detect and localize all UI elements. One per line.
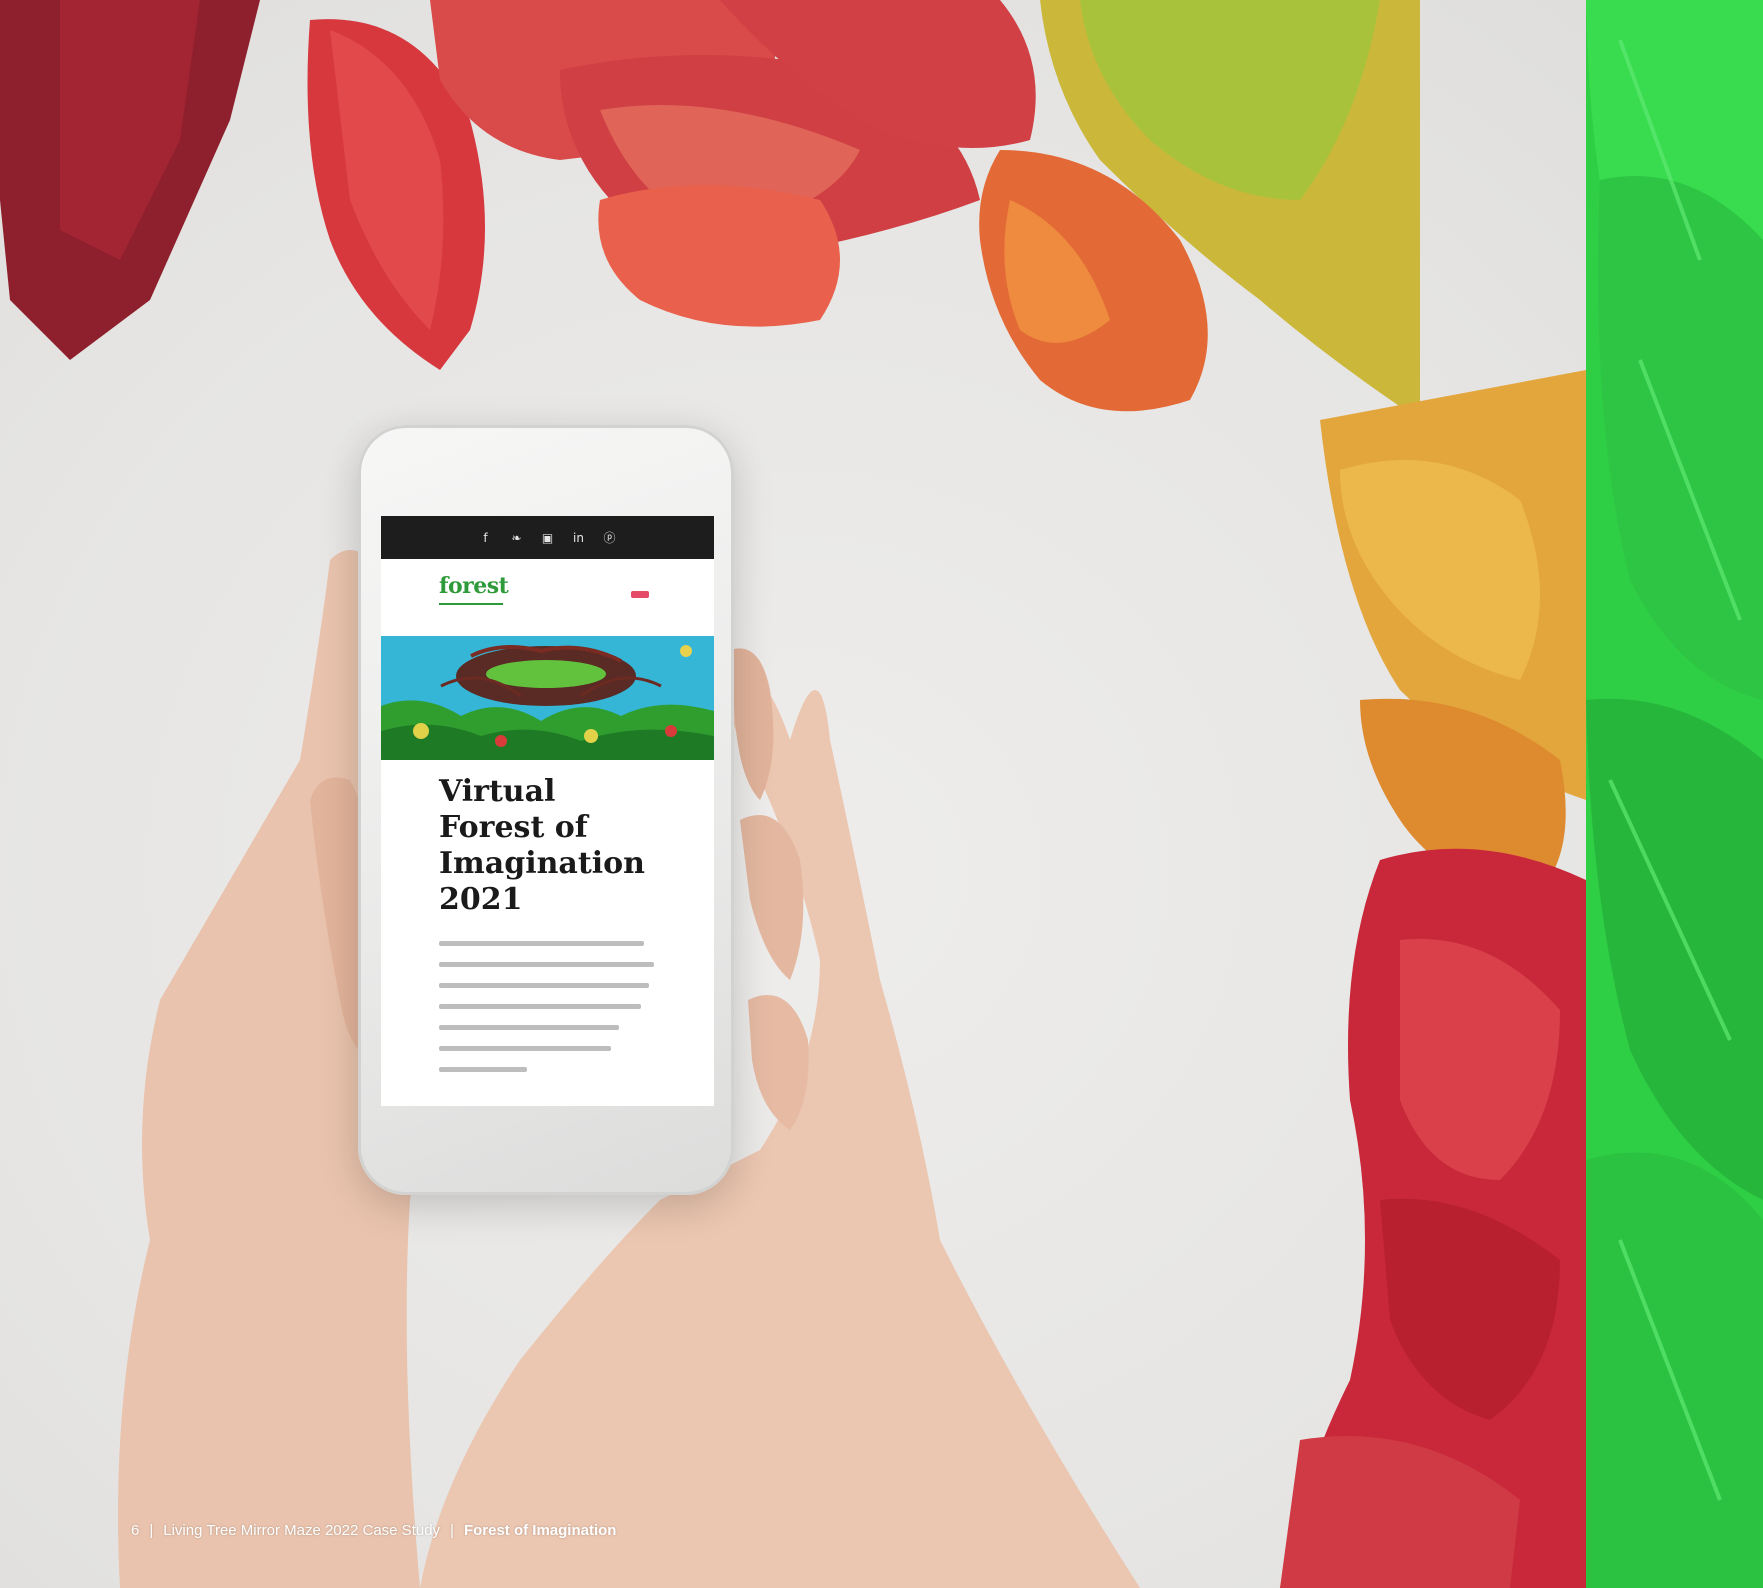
footer-separator: | bbox=[450, 1522, 454, 1539]
hero-illustration bbox=[381, 636, 714, 760]
instagram-icon[interactable]: ▣ bbox=[539, 529, 556, 546]
site-header: forest bbox=[381, 559, 714, 623]
page-footer: 6 | Living Tree Mirror Maze 2022 Case Stud… bbox=[131, 1522, 616, 1539]
article-body-line bbox=[439, 962, 654, 967]
red-leaves-top bbox=[0, 0, 1036, 371]
green-leaves bbox=[1586, 0, 1763, 1588]
section-title: Forest of Imagination bbox=[463, 1522, 617, 1539]
site-logo-underline bbox=[439, 603, 503, 605]
page: f ❧ ▣ in ⓟ forest Virtual Forest of Imag… bbox=[0, 0, 1763, 1588]
article-title: Virtual Forest of Imagination 2021 bbox=[439, 774, 645, 917]
site-logo[interactable]: forest bbox=[439, 573, 509, 599]
article-body-line bbox=[439, 1046, 611, 1051]
twitter-icon[interactable]: ❧ bbox=[508, 529, 525, 546]
leaves-background bbox=[0, 0, 1763, 1588]
forest-illustration bbox=[381, 636, 714, 760]
article-body-line bbox=[439, 1004, 641, 1009]
menu-button[interactable] bbox=[631, 591, 649, 598]
article-body-line bbox=[439, 983, 649, 988]
article-body-line bbox=[439, 1067, 527, 1072]
pinterest-icon[interactable]: ⓟ bbox=[601, 529, 618, 546]
article-body-line bbox=[439, 1025, 619, 1030]
red-leaves-bottom bbox=[1280, 848, 1586, 1588]
document-title: Living Tree Mirror Maze 2022 Case Study bbox=[163, 1522, 441, 1539]
article-body bbox=[439, 941, 664, 1088]
footer-separator: | bbox=[149, 1522, 154, 1539]
phone-screen: f ❧ ▣ in ⓟ forest Virtual Forest of Imag… bbox=[381, 516, 714, 1106]
article-body-line bbox=[439, 941, 644, 946]
page-number: 6 bbox=[131, 1522, 140, 1539]
facebook-icon[interactable]: f bbox=[477, 529, 494, 546]
yellow-leaves bbox=[979, 0, 1586, 900]
smartphone: f ❧ ▣ in ⓟ forest Virtual Forest of Imag… bbox=[358, 425, 734, 1195]
social-bar: f ❧ ▣ in ⓟ bbox=[381, 516, 714, 559]
linkedin-icon[interactable]: in bbox=[570, 529, 587, 546]
